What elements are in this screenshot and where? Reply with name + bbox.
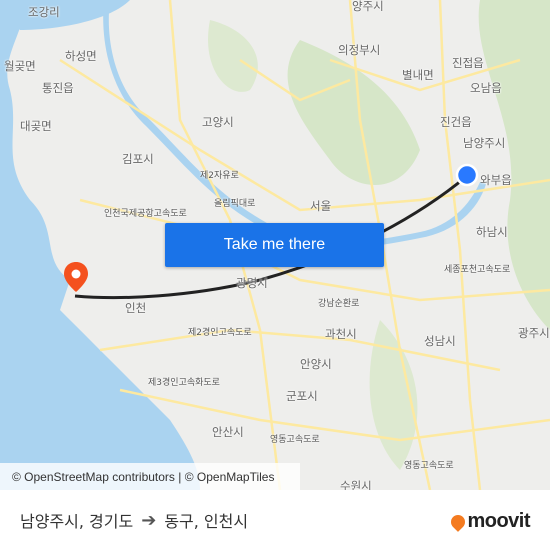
map-label: 남양주시: [463, 136, 506, 150]
green-area: [208, 20, 258, 92]
map-label: 양주시: [352, 0, 384, 13]
route-summary: 남양주시, 경기도 ➔ 동구, 인천시: [20, 508, 248, 532]
destination-pin-icon: [64, 262, 88, 292]
map-label: 안양시: [300, 357, 332, 371]
origin-marker: [455, 163, 479, 187]
destination-name: 동구, 인천시: [164, 512, 249, 531]
take-me-there-button[interactable]: Take me there: [165, 223, 384, 267]
map-label: 오남읍: [470, 81, 502, 95]
map-label: 와부읍: [480, 173, 512, 187]
sea-north: [0, 0, 130, 30]
map-label: 하남시: [476, 225, 508, 239]
map-label: 월곶면: [4, 59, 36, 73]
map-attribution[interactable]: © OpenStreetMap contributors | © OpenMap…: [0, 463, 300, 490]
moovit-pin-icon: [448, 511, 469, 532]
map-label: 제2경인고속도로: [188, 328, 252, 338]
map-label: 과천시: [325, 327, 357, 341]
map-label: 수원시: [340, 479, 372, 490]
map-label: 영동고속도로: [404, 461, 454, 471]
map-label: 성남시: [424, 334, 456, 348]
map-label: 김포시: [122, 152, 154, 166]
footer: 남양주시, 경기도 ➔ 동구, 인천시 moovit: [0, 490, 550, 550]
map-label: 영동고속도로: [270, 435, 320, 445]
green-area: [478, 0, 550, 330]
map-label: 조강리: [28, 5, 60, 19]
map-label: 인천국제공항고속도로: [104, 209, 187, 219]
green-area: [287, 40, 420, 185]
map-label: 안산시: [212, 425, 244, 439]
map-label: 진접읍: [452, 56, 484, 70]
map-label: 제3경인고속화도로: [148, 378, 220, 388]
arrow-right-icon: ➔: [141, 509, 157, 531]
map-label: 의정부시: [338, 43, 381, 57]
map-label: 광명시: [236, 276, 268, 290]
map-label: 서울: [310, 199, 332, 213]
map[interactable]: 조강리 양주시하성면 의정부시진접읍 월곶면별내면통진읍 오남읍고양시 진건읍 대곶면남양주…: [0, 0, 550, 490]
map-label: 광주시: [518, 326, 550, 340]
map-label: 세종포천고속도로: [444, 265, 511, 275]
map-label: 대곶면: [20, 119, 52, 133]
map-label: 군포시: [286, 389, 318, 403]
origin-name: 남양주시, 경기도: [20, 512, 134, 531]
map-label: 진건읍: [440, 115, 472, 129]
map-label: 강남순환로: [318, 299, 360, 309]
moovit-logo[interactable]: moovit: [448, 510, 530, 533]
map-label: 통진읍: [42, 81, 74, 95]
brand-name: moovit: [467, 510, 530, 532]
map-label: 고양시: [202, 115, 234, 129]
map-label: 인천: [125, 301, 147, 315]
map-label: 올림픽대로: [214, 199, 256, 209]
map-label: 제2자유로: [200, 171, 239, 181]
map-label: 별내면: [402, 68, 434, 82]
map-label: 하성면: [65, 49, 97, 63]
